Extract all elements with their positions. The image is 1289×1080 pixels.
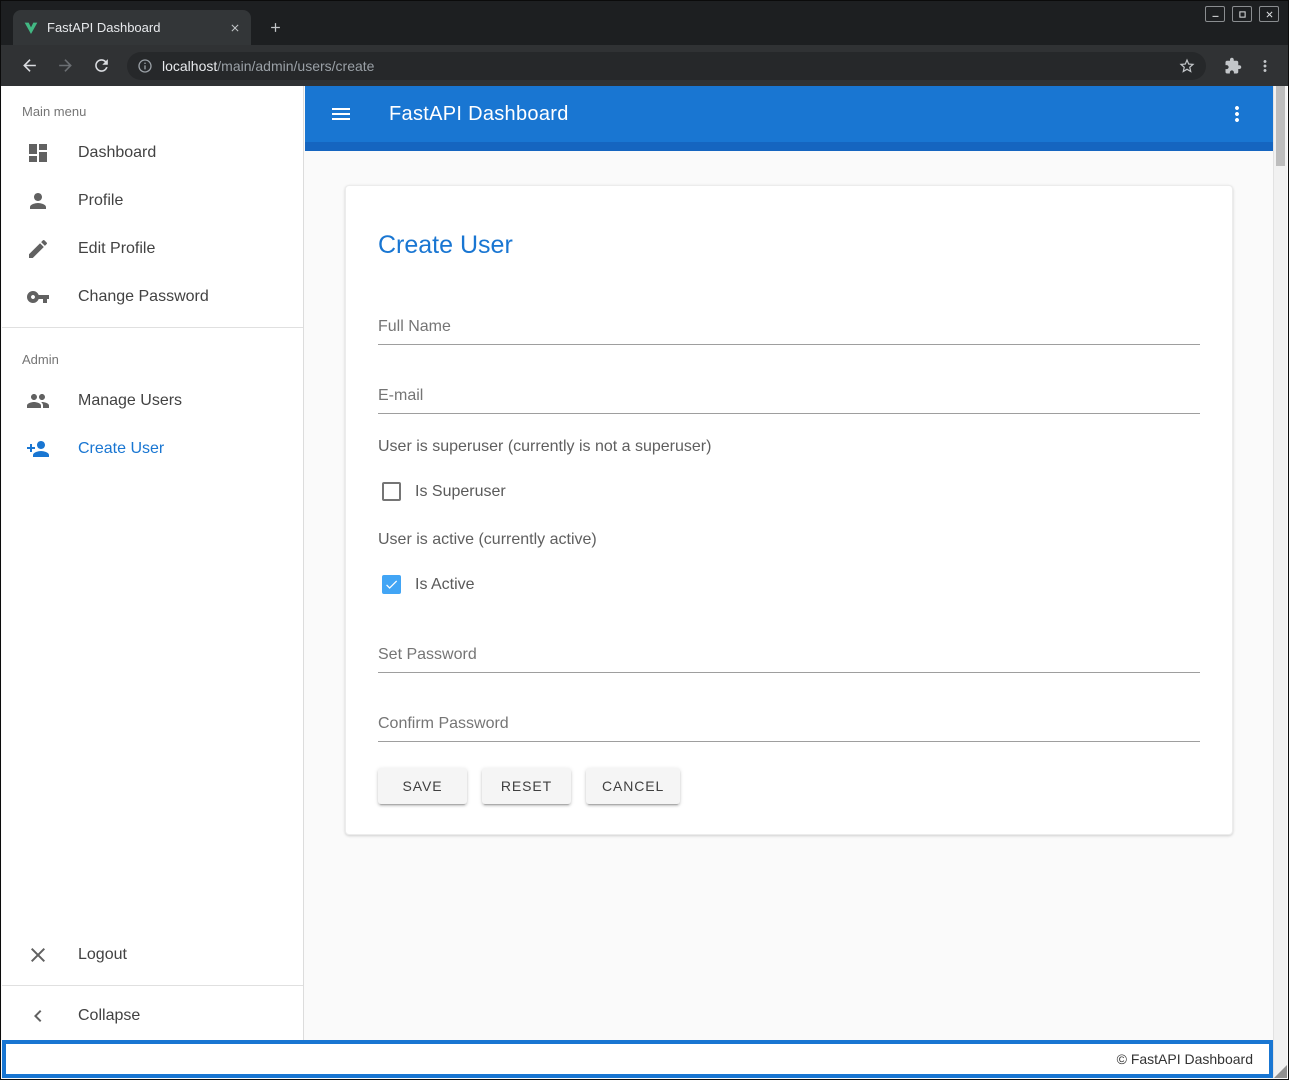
app-bar-shadow-strip xyxy=(305,142,1273,151)
browser-titlebar: FastAPI Dashboard xyxy=(1,1,1288,45)
resize-grip[interactable] xyxy=(1274,1065,1287,1078)
new-tab-button[interactable] xyxy=(263,15,287,39)
set-password-input[interactable] xyxy=(378,642,1200,673)
confirm-password-input[interactable] xyxy=(378,711,1200,742)
window-controls xyxy=(1205,6,1279,22)
confirm-password-field-wrap xyxy=(378,711,1200,742)
sidebar-item-label: Change Password xyxy=(78,288,209,306)
sidebar-divider xyxy=(2,327,303,328)
dashboard-icon xyxy=(26,141,50,165)
superuser-hint: User is superuser (currently is not a su… xyxy=(378,438,1200,456)
address-bar[interactable]: localhost/main/admin/users/create xyxy=(127,52,1206,80)
create-user-card: Create User User is superuser (currently… xyxy=(345,185,1233,835)
sidebar-item-label: Create User xyxy=(78,440,164,458)
sidebar-item-label: Logout xyxy=(78,946,127,964)
chevron-left-icon xyxy=(26,1004,50,1028)
sidebar-item-edit-profile[interactable]: Edit Profile xyxy=(2,225,303,273)
main-content: FastAPI Dashboard Create User User is su… xyxy=(305,86,1273,1040)
superuser-checkbox[interactable] xyxy=(382,482,401,501)
key-icon xyxy=(26,285,50,309)
reload-button[interactable] xyxy=(87,52,115,80)
set-password-field-wrap xyxy=(378,642,1200,673)
form-buttons: SAVE RESET CANCEL xyxy=(378,768,1200,804)
sidebar-item-dashboard[interactable]: Dashboard xyxy=(2,129,303,177)
browser-tab[interactable]: FastAPI Dashboard xyxy=(13,10,251,45)
sidebar: Main menu Dashboard Profile Edit Profile… xyxy=(2,86,304,1040)
active-checkbox-label: Is Active xyxy=(415,576,475,594)
page-scrollbar[interactable] xyxy=(1273,86,1287,1078)
sidebar-item-label: Manage Users xyxy=(78,392,182,410)
footer: © FastAPI Dashboard xyxy=(2,1040,1273,1078)
pencil-icon xyxy=(26,237,50,261)
cancel-button[interactable]: CANCEL xyxy=(586,768,680,804)
app-bar: FastAPI Dashboard xyxy=(305,86,1273,142)
more-vert-icon[interactable] xyxy=(1223,100,1251,128)
email-field-wrap xyxy=(378,383,1200,414)
superuser-checkbox-row[interactable]: Is Superuser xyxy=(378,482,1200,501)
full-name-field-wrap xyxy=(378,314,1200,345)
extension-icon[interactable] xyxy=(1220,53,1246,79)
site-info-icon[interactable] xyxy=(137,58,153,74)
back-button[interactable] xyxy=(15,52,43,80)
sidebar-item-profile[interactable]: Profile xyxy=(2,177,303,225)
sidebar-item-label: Dashboard xyxy=(78,144,156,162)
browser-toolbar: localhost/main/admin/users/create xyxy=(1,45,1288,86)
hamburger-menu-icon[interactable] xyxy=(327,100,355,128)
active-checkbox-row[interactable]: Is Active xyxy=(378,575,1200,594)
sidebar-item-create-user[interactable]: Create User xyxy=(2,425,303,473)
save-button[interactable]: SAVE xyxy=(378,768,467,804)
active-checkbox[interactable] xyxy=(382,575,401,594)
sidebar-spacer xyxy=(2,473,303,931)
person-add-icon xyxy=(26,437,50,461)
bookmark-star-icon[interactable] xyxy=(1178,57,1196,75)
active-hint: User is active (currently active) xyxy=(378,531,1200,549)
browser-menu-icon[interactable] xyxy=(1252,53,1278,79)
maximize-button[interactable] xyxy=(1232,6,1252,22)
close-icon xyxy=(26,943,50,967)
sidebar-item-label: Collapse xyxy=(78,1007,140,1025)
email-input[interactable] xyxy=(378,383,1200,414)
people-icon xyxy=(26,389,50,413)
sidebar-section-main-menu: Main menu xyxy=(2,86,303,129)
sidebar-item-label: Profile xyxy=(78,192,123,210)
close-window-button[interactable] xyxy=(1259,6,1279,22)
sidebar-item-collapse[interactable]: Collapse xyxy=(2,992,303,1040)
vuetify-logo-icon xyxy=(23,20,39,36)
url-host: localhost xyxy=(162,58,217,74)
sidebar-item-change-password[interactable]: Change Password xyxy=(2,273,303,321)
forward-button[interactable] xyxy=(51,52,79,80)
sidebar-item-label: Edit Profile xyxy=(78,240,155,258)
sidebar-section-admin: Admin xyxy=(2,334,303,377)
footer-card: © FastAPI Dashboard xyxy=(6,1044,1269,1074)
superuser-checkbox-label: Is Superuser xyxy=(415,483,506,501)
page-title: Create User xyxy=(378,230,1200,260)
sidebar-divider xyxy=(2,985,303,986)
sidebar-item-logout[interactable]: Logout xyxy=(2,931,303,979)
url-path: /main/admin/users/create xyxy=(217,58,374,74)
browser-window: FastAPI Dashboard xyxy=(0,0,1289,1080)
footer-copyright: © FastAPI Dashboard xyxy=(1117,1051,1253,1067)
full-name-input[interactable] xyxy=(378,314,1200,345)
sidebar-item-manage-users[interactable]: Manage Users xyxy=(2,377,303,425)
scrollbar-thumb[interactable] xyxy=(1276,86,1285,166)
app-bar-title: FastAPI Dashboard xyxy=(389,103,569,126)
tab-close-icon[interactable] xyxy=(226,19,243,36)
tab-title: FastAPI Dashboard xyxy=(47,20,226,35)
minimize-button[interactable] xyxy=(1205,6,1225,22)
reset-button[interactable]: RESET xyxy=(482,768,571,804)
person-icon xyxy=(26,189,50,213)
